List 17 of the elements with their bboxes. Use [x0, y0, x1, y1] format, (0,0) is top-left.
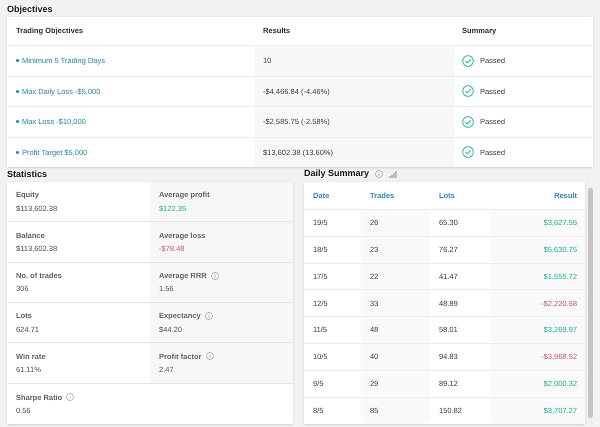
check-circle-icon: [462, 85, 474, 98]
check-circle-icon: [462, 54, 474, 67]
check-circle-icon: [462, 116, 474, 128]
bullet-icon: [16, 120, 19, 124]
info-icon: [375, 170, 384, 178]
info-icon: [66, 393, 74, 402]
section-title: Daily Summary: [304, 167, 370, 180]
info-icon: [204, 312, 213, 320]
section-title: Statistics: [7, 168, 48, 180]
section-title: Objectives: [7, 3, 54, 16]
bullet-icon: [16, 150, 19, 154]
bar-chart-icon[interactable]: [389, 170, 398, 178]
bullet-icon: [16, 59, 19, 62]
info-icon: [206, 352, 214, 360]
check-circle-icon: [462, 146, 474, 158]
info-icon: [210, 272, 219, 280]
bullet-icon: [16, 90, 19, 93]
